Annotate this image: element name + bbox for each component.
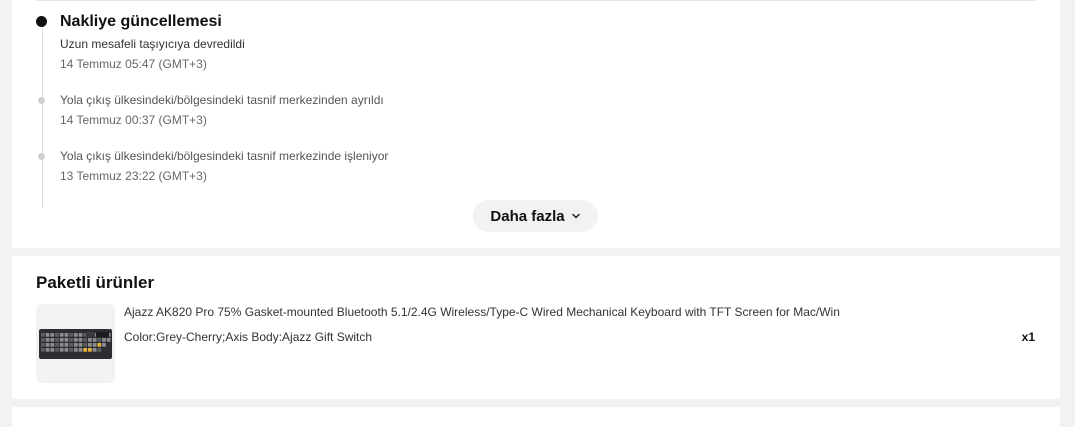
keyboard-key xyxy=(69,348,73,352)
packaged-products-card: Paketli ürünler Ajazz AK820 Pro 75% Gask… xyxy=(12,256,1060,399)
product-quantity: x1 xyxy=(1021,330,1035,344)
keyboard-key xyxy=(41,343,45,347)
keyboard-key xyxy=(92,343,97,347)
keyboard-key xyxy=(50,338,55,342)
keyboard-key xyxy=(59,338,64,342)
timeline-dot xyxy=(38,153,45,160)
keyboard-key xyxy=(50,343,55,347)
keyboard-key xyxy=(106,338,111,342)
event-text: Yola çıkış ülkesindeki/bölgesindeki tasn… xyxy=(60,149,389,163)
tracking-card: Nakliye güncellemesi Uzun mesafeli taşıy… xyxy=(12,0,1060,248)
event-time: 14 Temmuz 05:47 (GMT+3) xyxy=(60,57,207,71)
keyboard-key xyxy=(55,333,59,337)
keyboard-key xyxy=(78,333,83,337)
keyboard-key xyxy=(73,343,78,347)
keyboard-key xyxy=(97,338,102,342)
keyboard-key xyxy=(69,343,73,347)
timeline-dot-active xyxy=(36,16,47,27)
keyboard-key xyxy=(50,333,55,337)
next-card xyxy=(12,407,1060,427)
keyboard-key xyxy=(88,343,92,347)
keyboard-key xyxy=(45,338,50,342)
keyboard-key xyxy=(59,333,64,337)
keyboard-key xyxy=(88,338,92,342)
keyboard-key xyxy=(97,348,102,352)
keyboard-key xyxy=(97,343,102,347)
keyboard-key xyxy=(45,348,50,352)
keyboard-key xyxy=(59,343,64,347)
event-text: Yola çıkış ülkesindeki/bölgesindeki tasn… xyxy=(60,93,384,107)
keyboard-key xyxy=(64,338,69,342)
timeline-line xyxy=(42,22,43,208)
keyboard-key xyxy=(83,348,88,352)
keyboard-key xyxy=(69,338,73,342)
event-time: 13 Temmuz 23:22 (GMT+3) xyxy=(60,169,207,183)
show-more-button[interactable]: Daha fazla xyxy=(473,200,598,232)
keyboard-key xyxy=(64,348,69,352)
keyboard-key xyxy=(73,348,78,352)
keyboard-key xyxy=(92,348,97,352)
event-title: Nakliye güncellemesi xyxy=(60,13,222,30)
section-title: Paketli ürünler xyxy=(36,273,155,292)
keyboard-key xyxy=(73,338,78,342)
keyboard-key xyxy=(55,348,59,352)
product-thumbnail[interactable] xyxy=(36,304,115,383)
keyboard-key xyxy=(55,338,59,342)
event-time: 14 Temmuz 00:37 (GMT+3) xyxy=(60,113,207,127)
keyboard-key xyxy=(45,333,50,337)
keyboard-key xyxy=(41,333,45,337)
keyboard-key xyxy=(41,348,45,352)
keyboard-key xyxy=(55,343,59,347)
keyboard-key xyxy=(41,338,45,342)
keyboard-key xyxy=(88,348,92,352)
keyboard-key xyxy=(45,343,50,347)
keyboard-key xyxy=(69,333,73,337)
keyboard-key xyxy=(73,333,78,337)
keyboard-key xyxy=(64,343,69,347)
chevron-down-icon xyxy=(571,213,580,219)
keyboard-key xyxy=(78,343,83,347)
keyboard-key xyxy=(50,348,55,352)
keyboard-key xyxy=(102,343,106,347)
keyboard-icon xyxy=(39,329,112,359)
keyboard-key xyxy=(78,348,83,352)
divider xyxy=(36,0,1036,1)
keyboard-key xyxy=(78,338,83,342)
keyboard-key xyxy=(83,343,88,347)
keyboard-key xyxy=(83,338,88,342)
product-variant: Color:Grey-Cherry;Axis Body:Ajazz Gift S… xyxy=(124,330,373,344)
event-text: Uzun mesafeli taşıyıcıya devredildi xyxy=(60,37,245,51)
keyboard-key xyxy=(92,338,97,342)
keyboard-key xyxy=(102,338,106,342)
keyboard-key xyxy=(59,348,64,352)
show-more-label: Daha fazla xyxy=(490,207,565,225)
timeline-dot xyxy=(38,97,45,104)
product-name[interactable]: Ajazz AK820 Pro 75% Gasket-mounted Bluet… xyxy=(124,305,840,319)
keyboard-key xyxy=(64,333,69,337)
